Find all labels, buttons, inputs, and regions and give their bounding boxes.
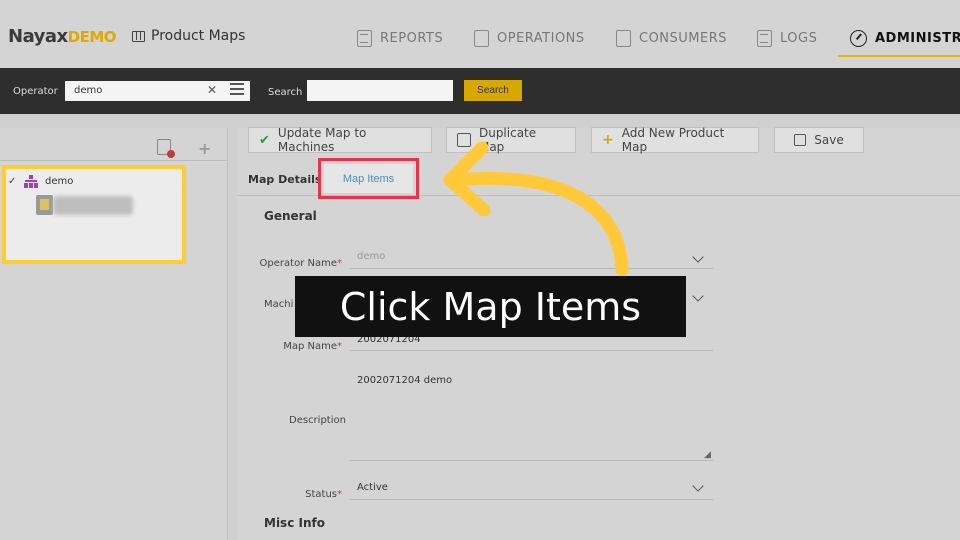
update-map-button[interactable]: ✔ Update Map to Machines — [248, 126, 432, 154]
gauge-icon — [850, 29, 867, 47]
product-map-icon — [36, 195, 53, 215]
nav-logs-label: LOGS — [780, 30, 818, 46]
map-name-label: Map Name* — [283, 341, 342, 352]
status-value: Active — [357, 482, 388, 493]
clear-icon[interactable]: ✕ — [207, 83, 217, 97]
nav-operations-label: OPERATIONS — [497, 30, 585, 46]
resize-handle-icon[interactable]: ◢ — [704, 450, 711, 460]
search-button[interactable]: Search — [464, 80, 522, 101]
tree-child-redacted[interactable] — [53, 196, 133, 215]
nav-reports[interactable]: REPORTS — [357, 27, 443, 49]
search-input[interactable] — [307, 80, 453, 101]
brand-suffix: DEMO — [67, 28, 117, 46]
machine-label: Machi — [264, 299, 294, 310]
nav-consumers-label: CONSUMERS — [639, 30, 728, 46]
operator-name-label: Operator Name* — [259, 258, 342, 269]
org-chart-icon — [24, 175, 38, 188]
save-label: Save — [814, 133, 844, 147]
status-label: Status* — [305, 489, 342, 500]
description-label: Description — [289, 415, 346, 426]
nav-logs[interactable]: LOGS — [757, 27, 817, 49]
nav-reports-label: REPORTS — [380, 30, 444, 46]
page-title: Product Maps — [132, 28, 245, 44]
save-icon — [794, 134, 807, 146]
brand-logo[interactable]: NayaxDEMO — [8, 26, 117, 47]
section-general-heading: General — [264, 209, 317, 223]
section-misc-heading: Misc Info — [264, 516, 325, 530]
description-value: 2002071204 demo — [357, 375, 453, 386]
consumers-icon — [616, 29, 631, 47]
tab-map-items[interactable]: Map Items — [324, 164, 413, 193]
operator-label: Operator — [13, 86, 58, 97]
tree-toolbar-divider — [0, 160, 228, 161]
check-icon: ✔ — [259, 132, 270, 148]
nav-consumers[interactable]: CONSUMERS — [616, 27, 727, 49]
operations-icon — [474, 29, 489, 47]
page-title-text: Product Maps — [151, 28, 246, 44]
operator-name-value: demo — [357, 251, 386, 262]
map-name-field[interactable] — [350, 350, 713, 351]
nav-operations[interactable]: OPERATIONS — [474, 27, 585, 49]
tab-map-details[interactable]: Map Details — [248, 173, 321, 186]
list-icon[interactable] — [230, 83, 244, 95]
nav-administration[interactable]: ADMINISTRA — [850, 27, 960, 49]
chevron-down-icon[interactable]: ✓ — [8, 176, 16, 187]
status-field[interactable] — [350, 499, 713, 500]
active-nav-underline — [838, 55, 960, 57]
reports-icon — [357, 29, 372, 47]
brand-name: Nayax — [8, 26, 68, 47]
operator-value: demo — [74, 85, 103, 96]
curved-arrow-icon — [443, 141, 629, 277]
search-label: Search — [268, 87, 303, 98]
map-icon — [132, 30, 145, 42]
tree-node-root[interactable]: demo — [45, 176, 73, 187]
plus-icon[interactable]: + — [198, 139, 211, 158]
description-field[interactable] — [350, 460, 713, 461]
logs-icon — [757, 29, 772, 47]
update-map-label: Update Map to Machines — [277, 126, 367, 154]
instruction-callout: Click Map Items — [295, 276, 686, 337]
clipboard-delete-icon[interactable] — [157, 139, 175, 158]
save-button[interactable]: Save — [774, 127, 864, 153]
nav-administration-label: ADMINISTRA — [875, 30, 960, 46]
